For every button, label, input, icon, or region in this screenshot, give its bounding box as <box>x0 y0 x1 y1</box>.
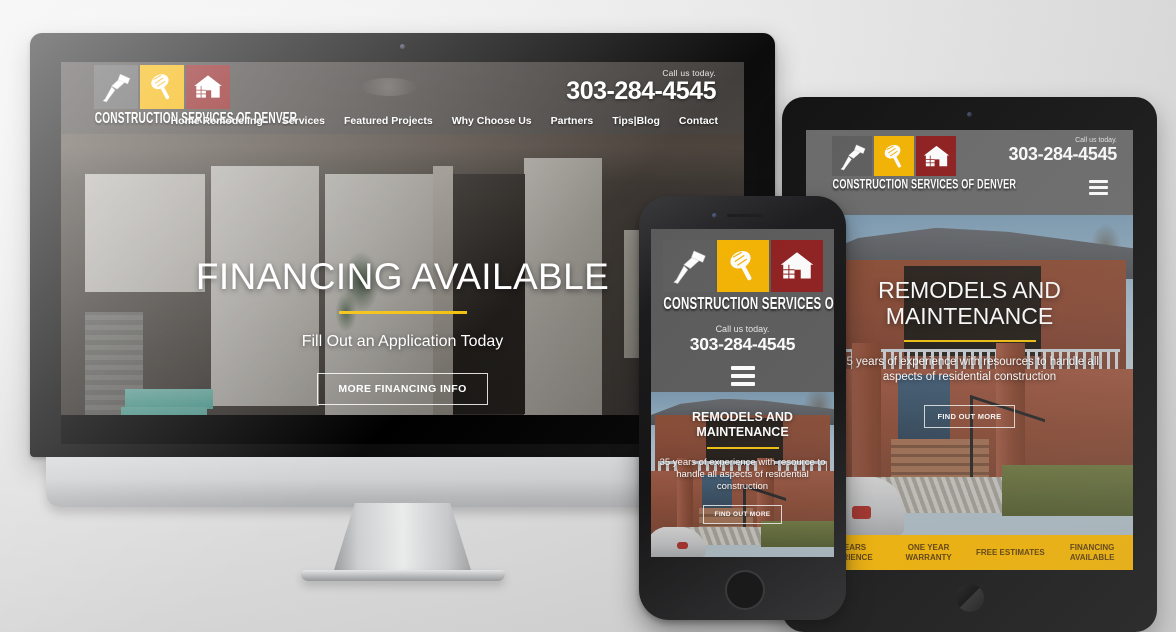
find-out-more-button[interactable]: FIND OUT MORE <box>923 405 1016 428</box>
burger-bar <box>1089 180 1108 183</box>
desktop-site-header: CONSTRUCTION SERVICES OF DENVER Call us … <box>61 62 744 134</box>
phone-website: CONSTRUCTION SERVICES OF DENVER Call us … <box>651 229 834 557</box>
feature-line2: AVAILABLE <box>1069 552 1115 562</box>
phone-number[interactable]: 303-284-4545 <box>1009 144 1118 165</box>
iphone-home-button[interactable] <box>724 570 765 610</box>
feature-line2: WARRANTY <box>905 552 952 562</box>
site-logo[interactable]: CONSTRUCTION SERVICES OF DENVER <box>92 65 297 127</box>
find-out-more-button[interactable]: FIND OUT MORE <box>702 504 783 524</box>
burger-bar <box>730 373 755 378</box>
tablet-hero-headline: REMODELS AND MAINTENANCE <box>878 277 1061 329</box>
feature-line1: FINANCING <box>1069 542 1115 552</box>
feature-line1: ONE YEAR <box>907 542 950 552</box>
ipad-camera-icon <box>967 112 972 117</box>
phone-hero-divider <box>706 446 779 449</box>
trowel-icon <box>874 136 914 176</box>
burger-bar <box>730 381 755 386</box>
ipad-home-button[interactable] <box>955 584 984 612</box>
nav-item-partners[interactable]: Partners <box>551 115 594 127</box>
phone-number[interactable]: 303-284-4545 <box>651 334 834 356</box>
phone-contact-block: Call us today. 303-284-4545 <box>651 324 834 356</box>
tablet-hero-section: REMODELS AND MAINTENANCE 35 years of exp… <box>806 215 1133 535</box>
imac-camera-icon <box>400 44 405 49</box>
call-us-label: Call us today. <box>1075 137 1117 144</box>
tablet-hero-text: REMODELS AND MAINTENANCE 35 years of exp… <box>806 277 1133 428</box>
device-mockup-scene: FINANCING AVAILABLE Fill Out an Applicat… <box>0 0 1176 632</box>
imac-stand-neck <box>332 503 473 575</box>
tablet-site-header: CONSTRUCTION SERVICES OF DENVER Call us … <box>806 130 1133 215</box>
burger-bar <box>1089 192 1108 195</box>
imac-stand-foot <box>300 570 505 581</box>
feature-item-free-estimates: FREE ESTIMATES <box>970 548 1052 558</box>
hamburger-menu-icon[interactable] <box>1089 180 1108 198</box>
phone-device-mockup: CONSTRUCTION SERVICES OF DENVER Call us … <box>639 196 846 620</box>
house-icon <box>186 65 230 109</box>
tablet-hero-divider <box>903 339 1036 342</box>
trowel-icon <box>140 65 184 109</box>
hammer-icon <box>832 136 872 176</box>
desktop-main-nav: Home Remodeling Services Featured Projec… <box>171 115 718 127</box>
logo-tiles <box>92 65 232 109</box>
iphone-camera-icon <box>712 213 717 218</box>
phone-hero-subhead: 35 years of experience with resource to … <box>659 456 826 493</box>
hammer-icon <box>662 240 715 292</box>
call-us-label: Call us today. <box>715 324 770 334</box>
phone-screen: CONSTRUCTION SERVICES OF DENVER Call us … <box>651 229 834 557</box>
hammer-icon <box>94 65 138 109</box>
desktop-contact-block: Call us today. 303-284-4545 <box>566 68 716 104</box>
nav-item-why-choose-us[interactable]: Why Choose Us <box>452 115 532 127</box>
phone-site-header: CONSTRUCTION SERVICES OF DENVER Call us … <box>651 229 834 392</box>
trowel-icon <box>716 240 769 292</box>
phone-hero-text: REMODELS AND MAINTENANCE 35 years of exp… <box>651 410 834 524</box>
logo-wordmark: CONSTRUCTION SERVICES OF DENVER <box>662 293 834 314</box>
burger-bar <box>1089 186 1108 189</box>
burger-bar <box>730 365 755 370</box>
tablet-screen: CONSTRUCTION SERVICES OF DENVER Call us … <box>806 130 1133 570</box>
feature-item-warranty: ONE YEAR WARRANTY <box>888 543 970 563</box>
nav-item-home-remodeling[interactable]: Home Remodeling <box>171 115 263 127</box>
tablet-contact-block: Call us today. 303-284-4545 <box>1009 137 1118 165</box>
feature-line1: FREE ESTIMATES <box>976 547 1045 557</box>
feature-item-financing: FINANCING AVAILABLE <box>1051 543 1133 563</box>
house-icon <box>770 240 823 292</box>
desktop-hero-divider <box>338 311 467 314</box>
phone-hero-headline: REMODELS AND MAINTENANCE <box>692 410 793 439</box>
tablet-feature-bar: 35 YEARS EXPERIENCE ONE YEAR WARRANTY FR… <box>806 535 1133 570</box>
logo-tiles <box>830 136 958 176</box>
tablet-website: CONSTRUCTION SERVICES OF DENVER Call us … <box>806 130 1133 570</box>
nav-item-contact[interactable]: Contact <box>679 115 718 127</box>
phone-hero-section: REMODELS AND MAINTENANCE 35 years of exp… <box>651 392 834 557</box>
nav-item-tips-blog[interactable]: Tips|Blog <box>612 115 660 127</box>
site-logo[interactable]: CONSTRUCTION SERVICES OF DENVER <box>660 229 834 313</box>
logo-tiles <box>660 240 826 292</box>
house-icon <box>916 136 956 176</box>
iphone-speaker-grill <box>727 214 763 217</box>
tablet-hero-subhead: 35 years of experience with resources to… <box>840 355 1099 384</box>
site-logo[interactable]: CONSTRUCTION SERVICES OF DENVER <box>830 136 1016 193</box>
phone-number[interactable]: 303-284-4545 <box>566 78 716 105</box>
more-financing-info-button[interactable]: MORE FINANCING INFO <box>317 373 488 405</box>
nav-item-services[interactable]: Services <box>282 115 325 127</box>
hamburger-menu-icon[interactable] <box>730 365 755 386</box>
nav-item-featured-projects[interactable]: Featured Projects <box>344 115 433 127</box>
logo-wordmark: CONSTRUCTION SERVICES OF DENVER <box>832 177 1017 193</box>
